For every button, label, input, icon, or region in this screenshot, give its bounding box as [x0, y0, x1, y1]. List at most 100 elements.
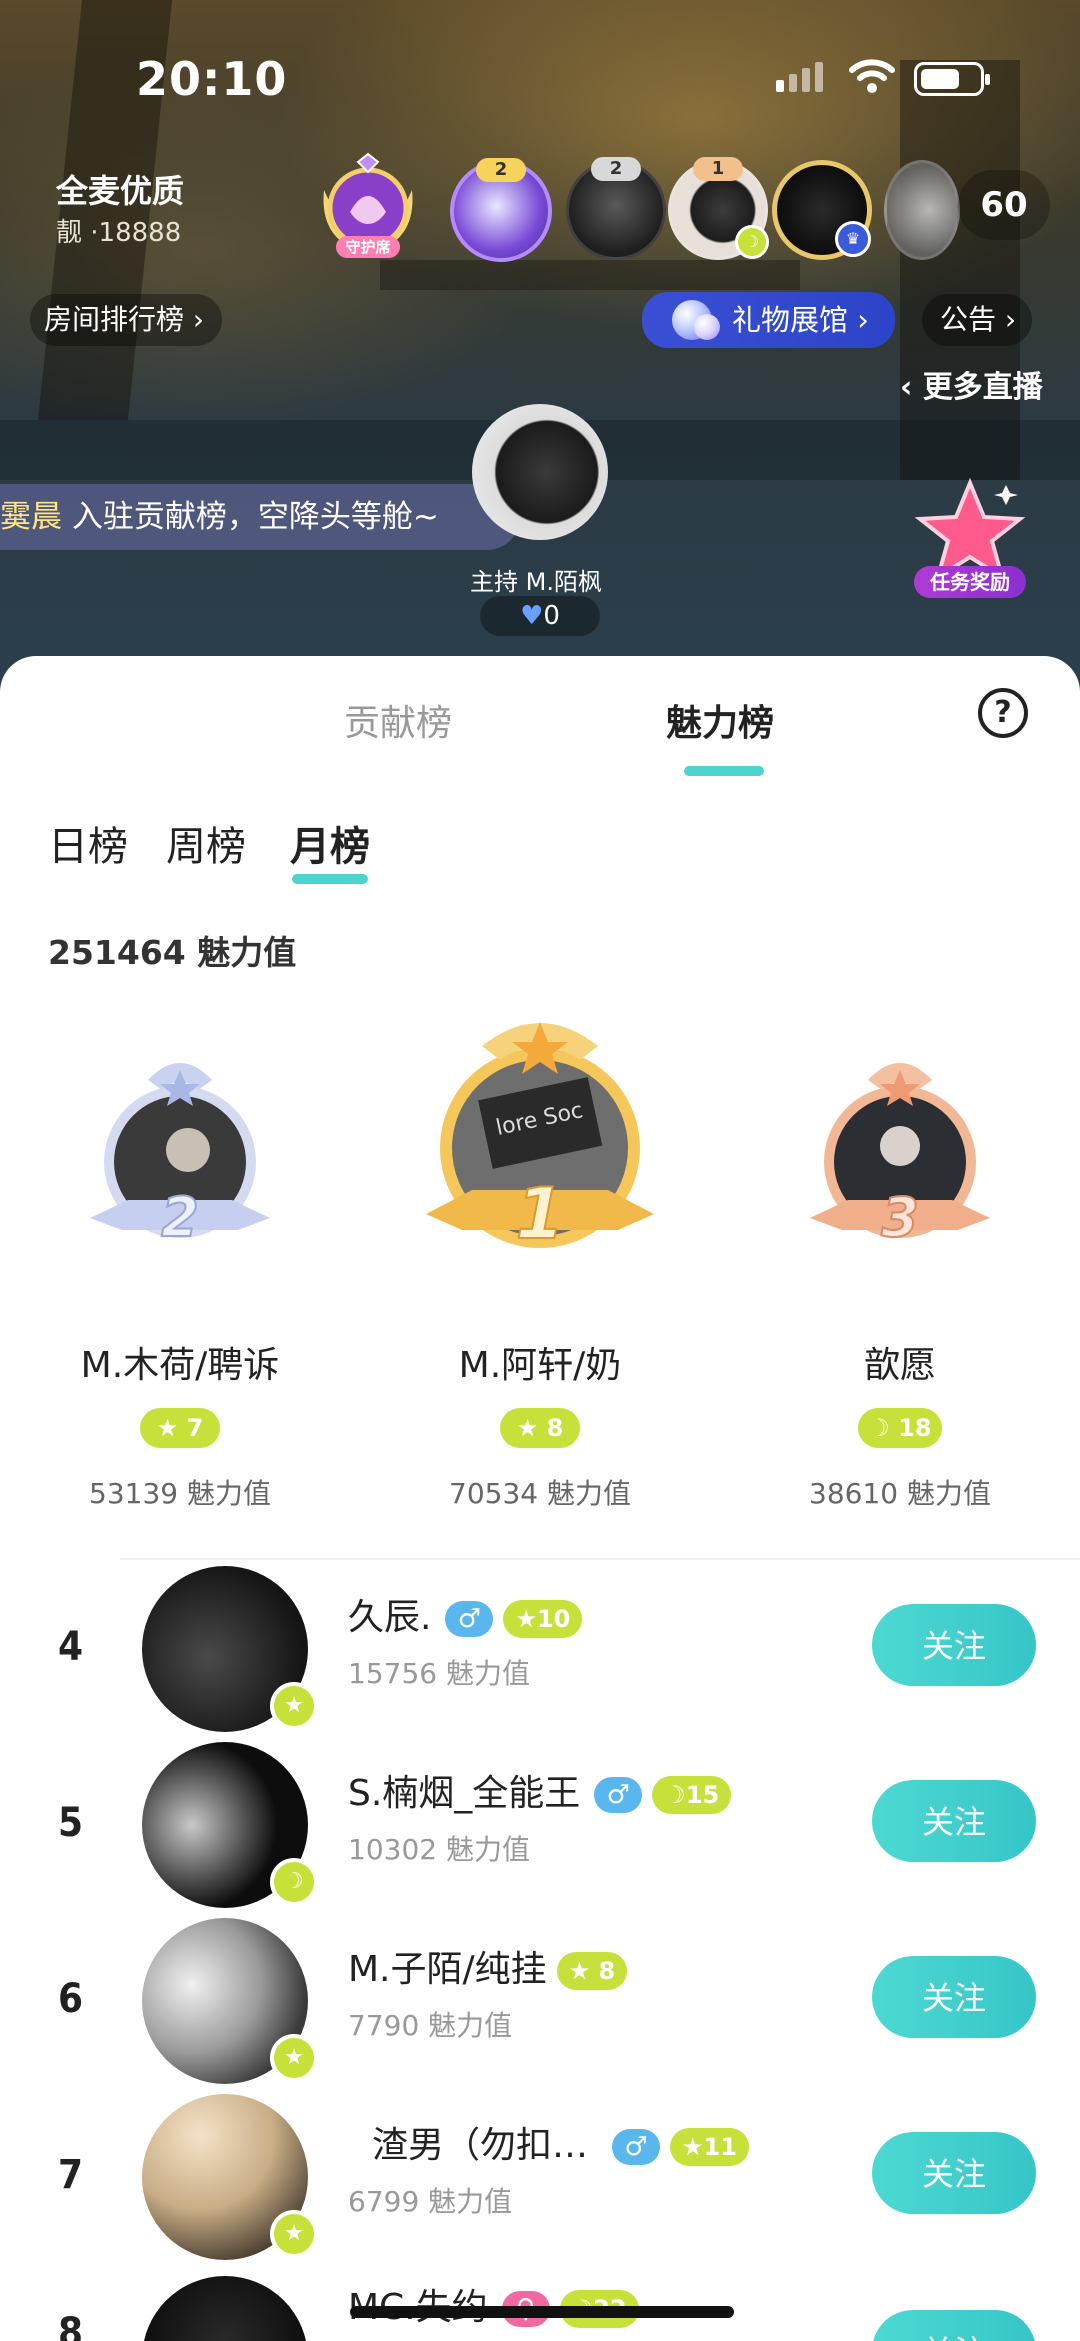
row-name-line: 久辰. ♂ ★10 — [348, 1588, 583, 1640]
audience-rank-badge: 2 — [591, 157, 641, 181]
viewer-count[interactable]: 60 — [958, 170, 1050, 240]
user-name: S.楠烟_全能王 — [348, 1773, 581, 1814]
tab-daily[interactable]: 日榜 — [48, 814, 128, 872]
room-rank-link[interactable]: 房间排行榜 › — [30, 294, 223, 346]
star-icon: ★ — [270, 2034, 318, 2082]
ranking-row[interactable]: 4 ★ 久辰. ♂ ★10 15756 魅力值 关注 — [0, 1566, 1080, 1742]
status-bar: 20:10 — [0, 0, 1080, 150]
active-period-indicator — [292, 874, 368, 884]
rank-number: 4 — [58, 1624, 84, 1670]
row-name-line: 渣男（勿扣… ♂ ★11 — [372, 2116, 749, 2168]
ranking-row[interactable]: 6 ★ M.子陌/纯挂 ★ 8 7790 魅力值 关注 — [0, 1918, 1080, 2094]
divider — [120, 1558, 1080, 1560]
help-icon[interactable]: ? — [978, 688, 1028, 738]
ranking-row[interactable]: 7 ★ 渣男（勿扣… ♂ ★11 6799 魅力值 关注 — [0, 2094, 1080, 2270]
bronze-frame-icon: 3 — [810, 1063, 990, 1250]
row-name-line: MC.失约♀☽22 — [348, 2278, 639, 2330]
live-room-background: 20:10 全麦优质 靓 ·18888 守护席 2 2 1 ☽ ♛ 60 房间排… — [0, 0, 1080, 700]
tab-charm[interactable]: 魅力榜 — [666, 694, 774, 746]
user-score: 10302 魅力值 — [348, 1833, 530, 1866]
podium-score: 70534 魅力值 — [449, 1477, 631, 1510]
podium-name: 歆愿 — [863, 1345, 936, 1386]
level-badge: ☽ 18 — [858, 1408, 942, 1448]
announcement-ticker: 霙晨 入驻贡献榜，空降头等舱~ — [0, 484, 520, 550]
level-badge: ★ 8 — [556, 1952, 628, 1990]
clock: 20:10 — [136, 52, 288, 106]
level-badge: ★11 — [670, 2128, 749, 2166]
user-score: 7790 魅力值 — [348, 2009, 513, 2042]
male-icon: ♂ — [612, 2129, 661, 2165]
male-icon: ♂ — [594, 1777, 643, 1813]
ticker-text: 入驻贡献榜，空降头等舱~ — [62, 499, 439, 535]
user-name: 久辰. — [348, 1597, 432, 1638]
moon-icon: ☽ — [270, 1858, 318, 1906]
svg-text:3: 3 — [881, 1186, 919, 1249]
silver-frame-icon: 2 — [90, 1063, 270, 1250]
guard-seat-label: 守护席 — [336, 236, 400, 258]
user-score: 15756 魅力值 — [348, 1657, 530, 1690]
level-badge: ☽15 — [652, 1776, 732, 1814]
audience-avatar[interactable] — [884, 160, 960, 260]
male-icon: ♂ — [445, 1601, 494, 1637]
gift-hall-button[interactable]: 礼物展馆 › — [642, 292, 895, 348]
task-reward-label[interactable]: 任务奖励 — [914, 566, 1026, 598]
row-name-line: M.子陌/纯挂 ★ 8 — [348, 1940, 628, 1992]
active-tab-indicator — [684, 766, 764, 776]
gift-hall-label: 礼物展馆 › — [732, 303, 869, 337]
rank-number: 5 — [58, 1800, 84, 1846]
host-avatar[interactable] — [472, 404, 608, 540]
notice-button[interactable]: 公告 › — [922, 294, 1033, 346]
crown-icon: ♛ — [835, 221, 871, 257]
follow-button[interactable]: 关注 — [872, 2310, 1036, 2341]
room-title: 全麦优质 — [56, 172, 185, 210]
top-audience-row: 守护席 2 2 1 ☽ ♛ — [318, 150, 968, 270]
follow-button[interactable]: 关注 — [872, 1604, 1036, 1686]
home-indicator[interactable] — [350, 2306, 734, 2318]
star-icon: ★ — [270, 2210, 318, 2258]
follow-button[interactable]: 关注 — [872, 2132, 1036, 2214]
podium-score: 38610 魅力值 — [809, 1477, 991, 1510]
audience-avatar[interactable]: 1 ☽ — [668, 157, 769, 260]
signal-icon — [776, 62, 828, 92]
svg-text:2: 2 — [161, 1186, 199, 1249]
guard-seat-button[interactable]: 守护席 — [318, 150, 418, 262]
battery-icon — [914, 62, 990, 96]
wifi-icon — [849, 59, 895, 93]
level-badge: ★ 8 — [500, 1408, 580, 1448]
gold-frame-icon: lore Soc 1 — [426, 1022, 654, 1256]
ranking-row[interactable]: 5 ☽ S.楠烟_全能王 ♂ ☽15 10302 魅力值 关注 — [0, 1742, 1080, 1918]
host-label: 主持 M.陌枫 — [470, 568, 602, 596]
room-id: 靓 ·18888 — [56, 218, 182, 248]
audience-avatar[interactable]: 2 — [566, 157, 666, 260]
row-name-line: S.楠烟_全能王 ♂ ☽15 — [348, 1764, 732, 1816]
more-live-link[interactable]: ‹ 更多直播 — [900, 362, 1043, 406]
tab-monthly[interactable]: 月榜 — [290, 814, 370, 872]
user-name: M.子陌/纯挂 — [348, 1949, 547, 1990]
avatar[interactable] — [142, 2276, 308, 2341]
podium-name: M.木荷/聘诉 — [80, 1345, 280, 1386]
tab-contribution[interactable]: 贡献榜 — [344, 694, 452, 746]
user-name: 渣男（勿扣… — [372, 2125, 589, 2166]
rank-number: 7 — [58, 2152, 84, 2198]
follow-button[interactable]: 关注 — [872, 1956, 1036, 2038]
tab-weekly[interactable]: 周榜 — [166, 814, 246, 872]
gift-orb-icon — [694, 314, 720, 340]
svg-text:1: 1 — [516, 1173, 565, 1255]
level-badge: ★ 7 — [140, 1408, 220, 1448]
audience-rank-badge: 1 — [693, 157, 743, 181]
podium-score: 53139 魅力值 — [89, 1477, 271, 1510]
audience-avatar[interactable]: ♛ — [772, 160, 872, 260]
level-badge: ★10 — [503, 1600, 583, 1638]
moon-icon: ☽ — [735, 225, 769, 259]
total-charm: 251464 魅力值 — [48, 933, 297, 972]
ranking-sheet: 贡献榜 魅力榜 ? 日榜 周榜 月榜 251464 魅力值 2 M.木荷/聘诉 … — [0, 656, 1080, 2341]
podium-name: M.阿轩/奶 — [458, 1345, 622, 1386]
rank-number: 6 — [58, 1976, 84, 2022]
heart-icon: ♥ — [520, 601, 544, 631]
user-score: 6799 魅力值 — [348, 2185, 513, 2218]
audience-rank-badge: 2 — [476, 158, 526, 182]
audience-avatar[interactable]: 2 — [450, 158, 552, 262]
ticker-user: 霙晨 — [0, 499, 62, 535]
host-heart-count: ♥0 — [480, 596, 600, 636]
follow-button[interactable]: 关注 — [872, 1780, 1036, 1862]
